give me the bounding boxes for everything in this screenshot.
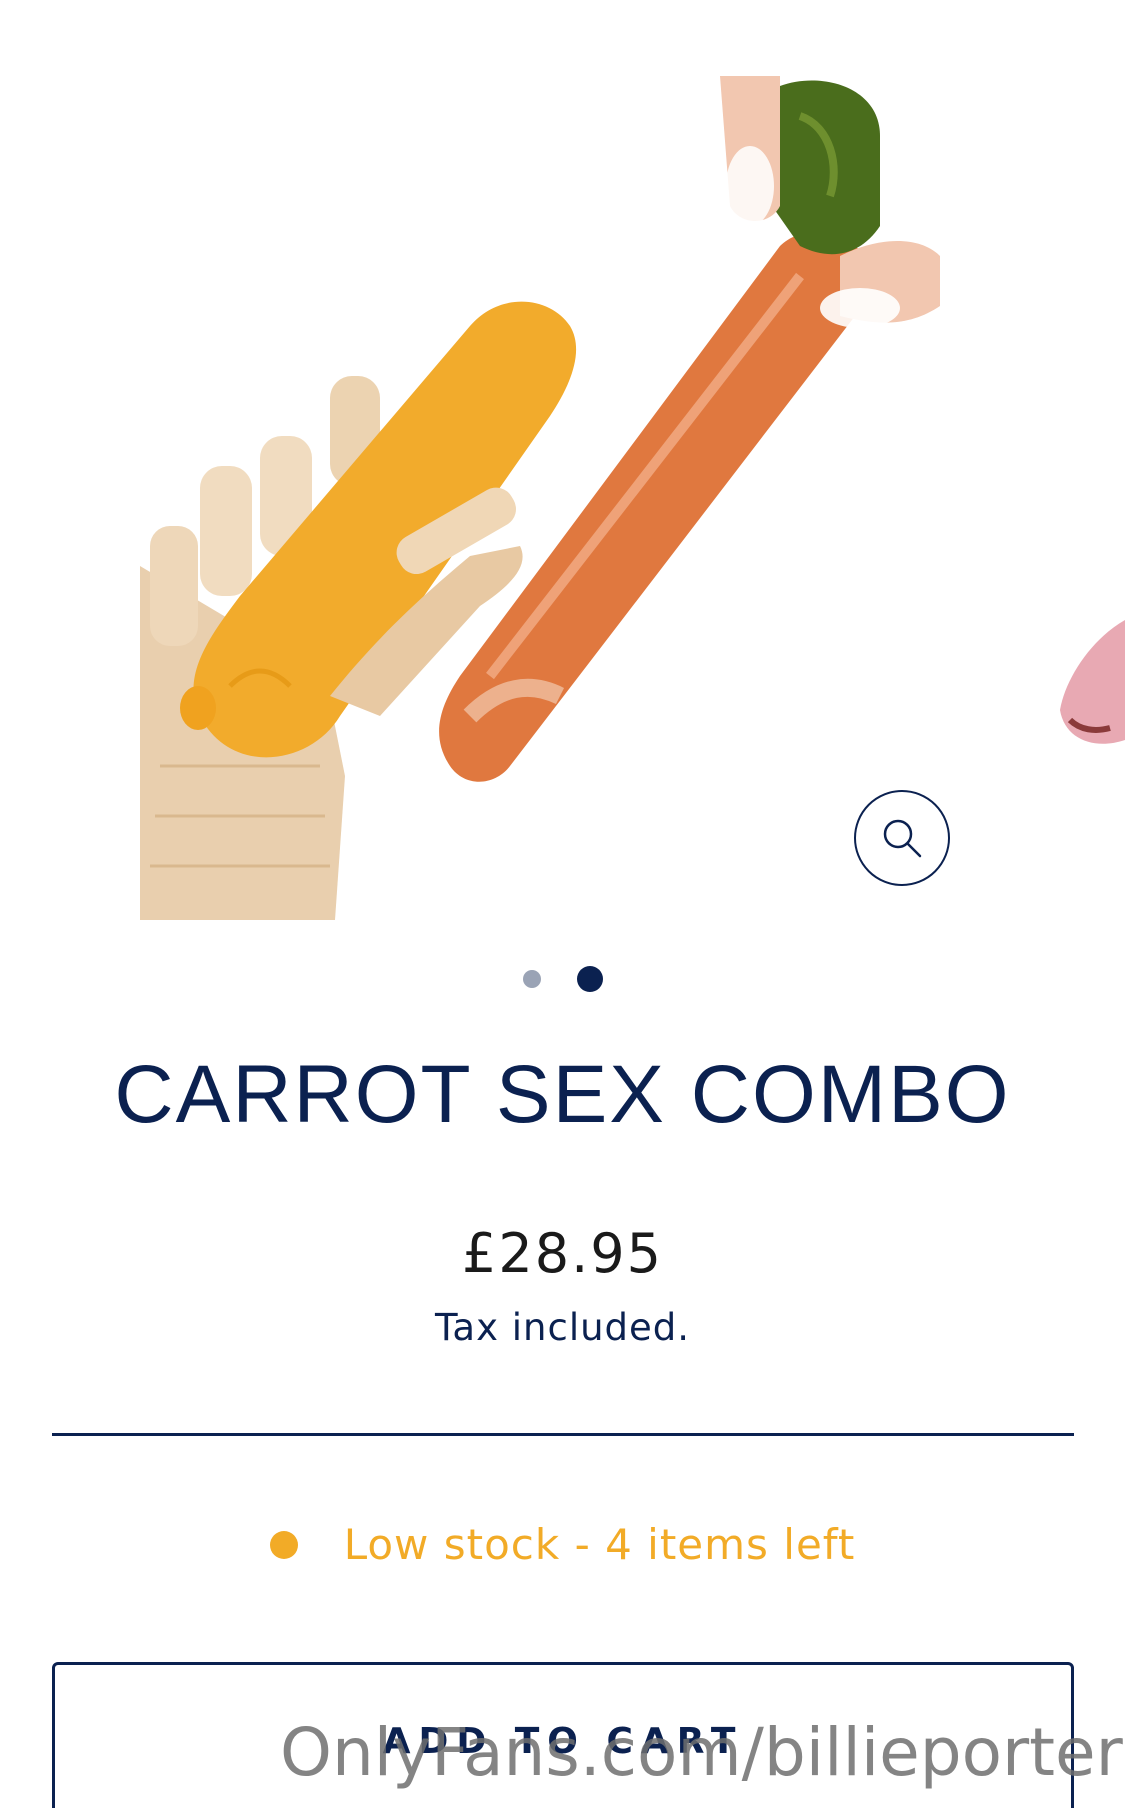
gallery-pagination bbox=[0, 966, 1125, 992]
product-gallery[interactable] bbox=[0, 0, 1125, 940]
next-image-preview[interactable] bbox=[1050, 600, 1125, 770]
stock-status: Low stock - 4 items left bbox=[0, 1520, 1125, 1569]
product-page: CARROT SEX COMBO £28.95 Tax included. Lo… bbox=[0, 0, 1125, 1808]
product-price: £28.95 bbox=[462, 1222, 663, 1285]
product-image[interactable] bbox=[140, 76, 986, 920]
gallery-dot-1[interactable] bbox=[522, 970, 541, 988]
tax-note: Tax included. bbox=[434, 1306, 691, 1349]
watermark: OnlyFans.com/billieporter bbox=[280, 1714, 1123, 1791]
stock-indicator-dot bbox=[269, 1530, 298, 1559]
search-icon bbox=[883, 819, 922, 858]
product-photo bbox=[140, 76, 940, 920]
divider bbox=[52, 1433, 1074, 1436]
gallery-dot-2[interactable] bbox=[576, 966, 603, 992]
zoom-button[interactable] bbox=[854, 790, 950, 886]
product-title: CARROT SEX COMBO bbox=[114, 1049, 1011, 1140]
stock-text: Low stock - 4 items left bbox=[343, 1520, 856, 1569]
